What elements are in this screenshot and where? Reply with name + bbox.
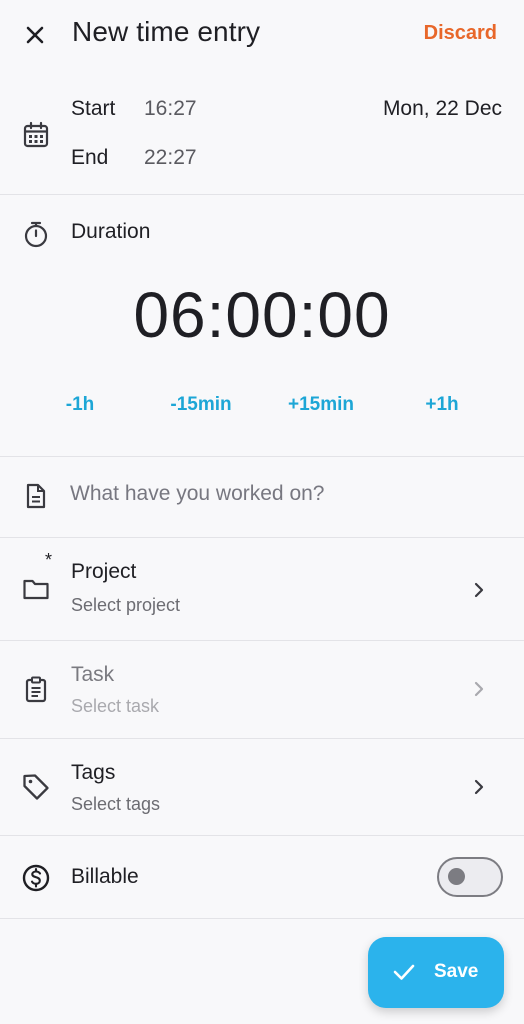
billable-toggle[interactable]	[437, 857, 503, 897]
tags-subtitle: Select tags	[71, 794, 161, 814]
task-row: Task Select task	[0, 641, 524, 738]
chevron-right-icon	[474, 779, 484, 795]
close-icon[interactable]	[20, 20, 50, 50]
discard-button[interactable]: Discard	[424, 22, 497, 45]
minus-15min-button[interactable]: -15min	[160, 394, 242, 416]
divider	[0, 194, 524, 195]
toggle-knob	[448, 868, 465, 885]
divider	[0, 918, 524, 919]
timer-icon	[24, 221, 48, 248]
chevron-right-icon	[474, 582, 484, 598]
check-icon	[393, 964, 415, 980]
tags-title: Tags	[71, 761, 116, 784]
chevron-right-icon	[474, 681, 484, 697]
start-label: Start	[71, 97, 116, 120]
plus-1h-button[interactable]: +1h	[412, 394, 472, 416]
tags-row[interactable]: Tags Select tags	[0, 739, 524, 835]
project-title: Project	[71, 560, 137, 583]
save-label: Save	[434, 961, 479, 982]
calendar-icon	[23, 121, 49, 148]
billable-label: Billable	[71, 865, 139, 888]
start-time[interactable]: 16:27	[144, 97, 197, 121]
clipboard-icon	[25, 676, 47, 703]
description-input[interactable]	[70, 482, 490, 506]
end-time[interactable]: 22:27	[144, 146, 197, 170]
document-icon	[26, 483, 46, 509]
divider	[0, 456, 524, 457]
date-selector[interactable]: Mon, 22 Dec	[383, 97, 502, 121]
page-title: New time entry	[72, 16, 261, 47]
end-label: End	[71, 146, 109, 169]
task-title: Task	[71, 663, 115, 686]
save-button[interactable]: Save	[368, 937, 504, 1008]
required-marker: *	[45, 550, 53, 570]
dollar-icon	[22, 864, 50, 892]
project-row[interactable]: * Project Select project	[0, 538, 524, 640]
folder-icon	[23, 579, 49, 600]
task-subtitle: Select task	[71, 696, 160, 716]
project-subtitle: Select project	[71, 595, 181, 615]
duration-value[interactable]: 06:00:00	[0, 278, 524, 352]
tag-icon	[23, 774, 49, 800]
duration-label: Duration	[71, 220, 151, 243]
plus-15min-button[interactable]: +15min	[278, 394, 364, 416]
minus-1h-button[interactable]: -1h	[50, 394, 110, 416]
